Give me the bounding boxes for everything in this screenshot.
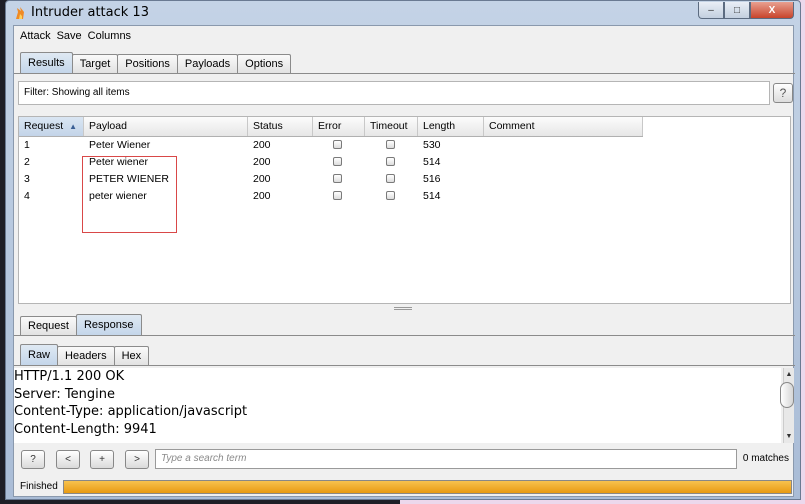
response-line: Content-Type: application/javascript bbox=[14, 404, 248, 419]
timeout-checkbox[interactable] bbox=[386, 157, 395, 166]
table-row[interactable]: 4 peter wiener 200 514 bbox=[19, 188, 643, 205]
intruder-window: Intruder attack 13 – □ X Attack Save Col… bbox=[5, 0, 801, 500]
search-bar: ? < + > Type a search term 0 matches bbox=[14, 446, 795, 472]
timeout-checkbox[interactable] bbox=[386, 174, 395, 183]
col-length[interactable]: Length bbox=[418, 117, 484, 136]
view-tab-divider bbox=[14, 365, 795, 366]
tab-hex[interactable]: Hex bbox=[113, 346, 150, 365]
cell-length: 516 bbox=[423, 173, 441, 185]
menu-save[interactable]: Save bbox=[54, 30, 85, 42]
cell-comment bbox=[484, 154, 643, 171]
tab-raw[interactable]: Raw bbox=[20, 344, 59, 365]
timeout-checkbox[interactable] bbox=[386, 140, 395, 149]
scroll-down-arrow-icon[interactable]: ▼ bbox=[784, 431, 794, 442]
view-tabs: Raw Headers Hex bbox=[20, 344, 150, 365]
cell-length: 530 bbox=[423, 139, 441, 151]
tab-headers[interactable]: Headers bbox=[57, 346, 115, 365]
next-match-button[interactable]: > bbox=[125, 450, 149, 469]
timeout-checkbox[interactable] bbox=[386, 191, 395, 200]
cell-comment bbox=[484, 171, 643, 188]
cell-status: 200 bbox=[253, 139, 271, 151]
cell-payload: peter wiener bbox=[89, 190, 147, 202]
title-bar[interactable]: Intruder attack 13 – □ X bbox=[6, 1, 800, 25]
add-search-button[interactable]: + bbox=[90, 450, 114, 469]
menu-attack[interactable]: Attack bbox=[17, 30, 54, 42]
cell-comment bbox=[484, 137, 643, 154]
menu-bar: Attack Save Columns bbox=[14, 26, 793, 46]
burp-app-icon bbox=[16, 7, 24, 19]
cell-request: 2 bbox=[24, 156, 30, 168]
cell-length: 514 bbox=[423, 190, 441, 202]
sort-ascending-icon: ▲ bbox=[69, 122, 77, 131]
minimize-button[interactable]: – bbox=[698, 2, 724, 19]
detail-tab-divider bbox=[14, 335, 795, 336]
attack-progress-bar bbox=[63, 480, 792, 494]
col-timeout[interactable]: Timeout bbox=[365, 117, 418, 136]
response-line: Server: Tengine bbox=[14, 386, 115, 402]
table-row[interactable]: 3 PETER WIENER 200 516 bbox=[19, 171, 643, 188]
error-checkbox[interactable] bbox=[333, 140, 342, 149]
tab-divider bbox=[14, 73, 795, 74]
cell-status: 200 bbox=[253, 156, 271, 168]
progress-fill bbox=[64, 481, 791, 493]
previous-match-button[interactable]: < bbox=[56, 450, 80, 469]
col-comment[interactable]: Comment bbox=[484, 117, 643, 136]
error-checkbox[interactable] bbox=[333, 191, 342, 200]
tab-positions[interactable]: Positions bbox=[117, 54, 178, 73]
col-error[interactable]: Error bbox=[313, 117, 365, 136]
tab-results[interactable]: Results bbox=[20, 52, 73, 73]
cell-payload: PETER WIENER bbox=[89, 173, 169, 185]
response-scrollbar[interactable]: ▲ ▼ bbox=[780, 368, 794, 443]
table-header: Request ▲ Payload Status Error Timeout Le… bbox=[19, 117, 643, 137]
menu-columns[interactable]: Columns bbox=[85, 30, 134, 42]
cell-status: 200 bbox=[253, 190, 271, 202]
main-tabs: Results Target Positions Payloads Option… bbox=[20, 52, 292, 73]
table-row[interactable]: 1 Peter Wiener 200 530 bbox=[19, 137, 643, 154]
search-help-button[interactable]: ? bbox=[21, 450, 45, 469]
cell-payload: Peter wiener bbox=[89, 156, 148, 168]
results-table: Request ▲ Payload Status Error Timeout Le… bbox=[18, 116, 791, 304]
tab-request[interactable]: Request bbox=[20, 316, 77, 335]
detail-tabs: Request Response bbox=[20, 314, 142, 335]
cell-length: 514 bbox=[423, 156, 441, 168]
client-area: Attack Save Columns Results Target Posit… bbox=[13, 25, 795, 497]
response-raw-text[interactable]: HTTP/1.1 200 OK Server: Tengine Content-… bbox=[14, 368, 781, 443]
split-pane-divider[interactable] bbox=[394, 307, 412, 310]
cell-comment bbox=[484, 188, 643, 205]
tab-target[interactable]: Target bbox=[71, 54, 119, 73]
maximize-button[interactable]: □ bbox=[724, 2, 750, 19]
close-button[interactable]: X bbox=[750, 2, 794, 19]
cell-request: 3 bbox=[24, 173, 30, 185]
table-row[interactable]: 2 Peter wiener 200 514 bbox=[19, 154, 643, 171]
scroll-up-arrow-icon[interactable]: ▲ bbox=[784, 369, 794, 380]
tab-payloads[interactable]: Payloads bbox=[176, 54, 239, 73]
filter-bar[interactable]: Filter: Showing all items bbox=[18, 81, 770, 105]
filter-help-button[interactable]: ? bbox=[773, 83, 793, 103]
cell-request: 1 bbox=[24, 139, 30, 151]
col-request[interactable]: Request ▲ bbox=[19, 117, 84, 136]
tab-response[interactable]: Response bbox=[75, 314, 142, 335]
col-payload[interactable]: Payload bbox=[84, 117, 248, 136]
status-bar: Finished bbox=[14, 477, 795, 497]
tab-options[interactable]: Options bbox=[237, 54, 292, 73]
cell-status: 200 bbox=[253, 173, 271, 185]
error-checkbox[interactable] bbox=[333, 174, 342, 183]
window-title: Intruder attack 13 bbox=[31, 5, 149, 20]
response-line: HTTP/1.1 200 OK bbox=[14, 369, 125, 384]
cell-payload: Peter Wiener bbox=[89, 139, 151, 151]
scrollbar-thumb[interactable] bbox=[780, 382, 794, 408]
col-status[interactable]: Status bbox=[248, 117, 313, 136]
status-label: Finished bbox=[20, 481, 58, 492]
search-input[interactable]: Type a search term bbox=[155, 449, 737, 469]
match-count: 0 matches bbox=[742, 453, 789, 464]
cell-request: 4 bbox=[24, 190, 30, 202]
response-line: Content-Length: 9941 bbox=[14, 421, 157, 437]
error-checkbox[interactable] bbox=[333, 157, 342, 166]
